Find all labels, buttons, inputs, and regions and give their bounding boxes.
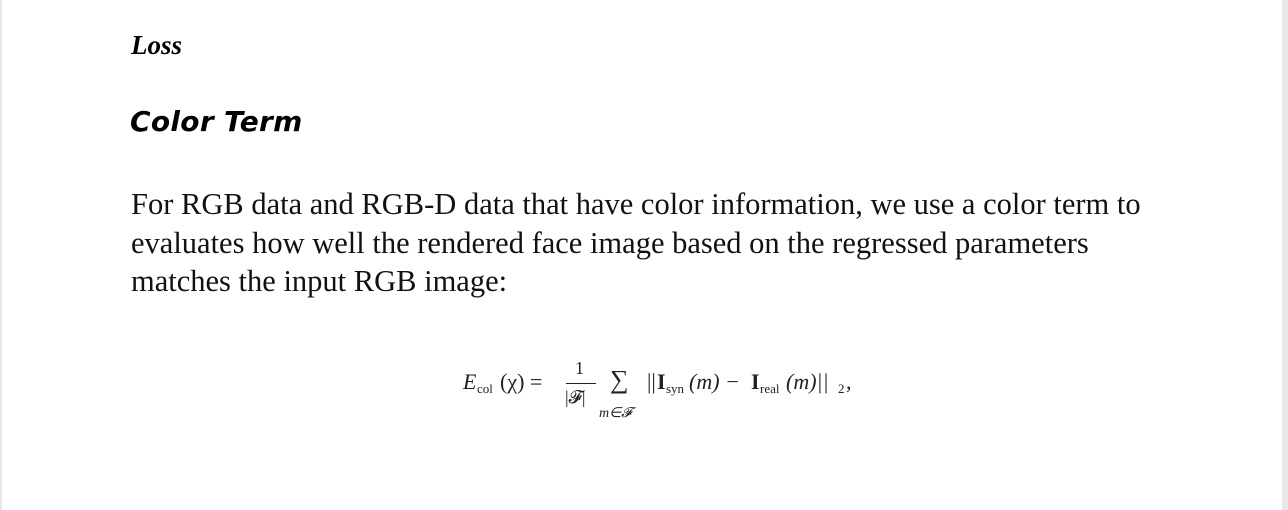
section-title: Loss (131, 30, 183, 60)
subsection-title: Color Term (130, 105, 303, 138)
color-term-equation: E col (χ) = 1 |𝓕| ∑ m∈𝓕 || I syn (m) − I… (463, 355, 883, 425)
equation-real-argument-and-norm-close: (m)|| (786, 369, 829, 394)
equation-norm-open: || (647, 369, 656, 394)
equation-sum-index: m∈𝓕 (599, 406, 632, 421)
equation-fraction-bar (566, 383, 596, 385)
body-paragraph: For RGB data and RGB-D data that have co… (131, 187, 1141, 298)
equation-sum-symbol: ∑ (610, 365, 629, 394)
equation-lhs-argument: (χ) = (500, 369, 543, 394)
equation-norm-subscript: 2 (838, 381, 845, 396)
equation-energy-subscript: col (477, 381, 493, 396)
equation-real-image-symbol: I (751, 369, 760, 394)
equation-fraction-numerator: 1 (575, 358, 584, 378)
equation-fraction-denominator: |𝓕| (565, 387, 586, 407)
equation-synthetic-subscript: syn (666, 381, 685, 396)
equation-synthetic-image-symbol: I (657, 369, 666, 394)
equation-energy-symbol: E (463, 369, 477, 394)
equation-trailing-comma: , (846, 369, 852, 394)
equation-real-subscript: real (760, 381, 780, 396)
equation-synthetic-argument: (m) − (689, 369, 740, 394)
document-page: Loss Color Term For RGB data and RGB-D d… (2, 0, 1282, 510)
